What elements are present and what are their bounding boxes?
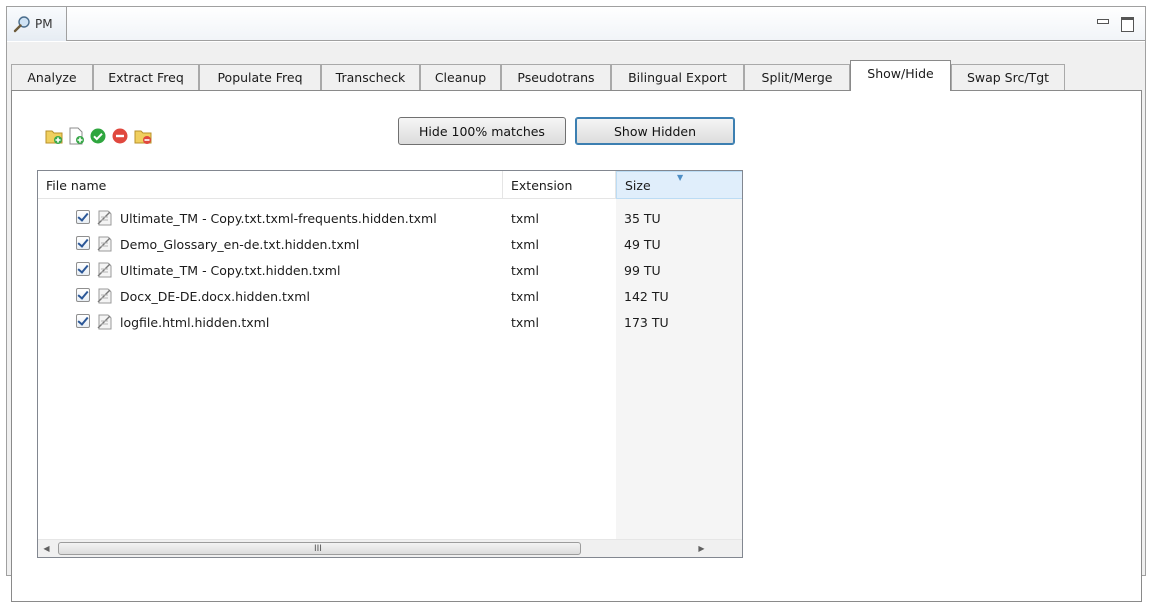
tab-split-merge[interactable]: Split/Merge [744, 64, 850, 90]
tab-bilingual-export[interactable]: Bilingual Export [611, 64, 744, 90]
tab-show-hide[interactable]: Show/Hide [850, 60, 951, 91]
remove-folder-icon[interactable] [134, 127, 152, 145]
cell-size: 173 TU [624, 314, 669, 330]
column-header-size[interactable]: Size ▼ [616, 171, 742, 199]
add-file-icon[interactable] [67, 127, 85, 145]
cell-extension: txml [511, 210, 539, 226]
tab-populate-freq[interactable]: Populate Freq [199, 64, 321, 90]
cell-extension: txml [511, 288, 539, 304]
horizontal-scrollbar[interactable]: ◀ III ▶ [38, 539, 742, 557]
cell-file-name: Demo_Glossary_en-de.txt.hidden.txml [120, 236, 360, 252]
view-content: Analyze Extract Freq Populate Freq Trans… [7, 42, 1145, 602]
tab-label: Swap Src/Tgt [966, 70, 1050, 85]
tab-label: Split/Merge [761, 70, 833, 85]
show-hide-panel: Hide 100% matches Show Hidden File name … [11, 90, 1142, 602]
column-header-file-name[interactable]: File name [38, 171, 503, 199]
row-checkbox[interactable] [76, 236, 90, 250]
hidden-file-icon [97, 262, 112, 278]
maximize-button[interactable] [1121, 17, 1134, 32]
view-tab-pm[interactable]: PM [7, 7, 67, 41]
cell-file-name: logfile.html.hidden.txml [120, 314, 270, 330]
pm-view: PM Analyze Extract Freq Populate Freq Tr… [6, 6, 1146, 602]
minimize-button[interactable] [1096, 17, 1109, 29]
tab-pseudotrans[interactable]: Pseudotrans [501, 64, 611, 90]
tab-label: Cleanup [434, 70, 487, 85]
tab-transcheck[interactable]: Transcheck [321, 64, 420, 90]
column-header-extension[interactable]: Extension [503, 171, 616, 199]
cell-extension: txml [511, 262, 539, 278]
search-icon [13, 16, 30, 33]
cell-extension: txml [511, 236, 539, 252]
hidden-file-icon [97, 210, 112, 226]
cell-size: 142 TU [624, 288, 669, 304]
tab-label: Transcheck [335, 70, 406, 85]
header-label: Extension [511, 177, 573, 193]
tab-extract-freq[interactable]: Extract Freq [93, 64, 199, 90]
tab-swap-src-tgt[interactable]: Swap Src/Tgt [951, 64, 1065, 90]
table-header: File name Extension Size ▼ [38, 171, 742, 199]
thumb-grip: III [314, 544, 322, 554]
tab-strip: Analyze Extract Freq Populate Freq Trans… [11, 60, 1152, 91]
tab-label: Populate Freq [217, 70, 303, 85]
scroll-thumb[interactable]: III [58, 542, 581, 555]
table-row[interactable]: Docx_DE-DE.docx.hidden.txml txml 142 TU [38, 283, 742, 309]
tab-label: Show/Hide [867, 66, 934, 81]
cell-size: 99 TU [624, 262, 661, 278]
table-row[interactable]: Demo_Glossary_en-de.txt.hidden.txml txml… [38, 231, 742, 257]
tab-label: Extract Freq [108, 70, 184, 85]
cell-file-name: Ultimate_TM - Copy.txt.hidden.txml [120, 262, 341, 278]
hidden-file-icon [97, 236, 112, 252]
tab-cleanup[interactable]: Cleanup [420, 64, 501, 90]
row-checkbox[interactable] [76, 288, 90, 302]
table-row[interactable]: logfile.html.hidden.txml txml 173 TU [38, 309, 742, 335]
file-table: File name Extension Size ▼ Ultimate_TM -… [37, 170, 743, 558]
header-label: File name [46, 177, 107, 193]
remove-icon[interactable] [111, 127, 129, 145]
hidden-file-icon [97, 314, 112, 330]
show-hidden-button[interactable]: Show Hidden [575, 117, 735, 145]
view-tabbar: PM [7, 7, 1145, 41]
row-checkbox[interactable] [76, 262, 90, 276]
cell-size: 35 TU [624, 210, 661, 226]
tab-analyze[interactable]: Analyze [11, 64, 93, 90]
cell-extension: txml [511, 314, 539, 330]
cell-file-name: Docx_DE-DE.docx.hidden.txml [120, 288, 310, 304]
table-row[interactable]: Ultimate_TM - Copy.txt.txml-frequents.hi… [38, 205, 742, 231]
sort-descending-icon: ▼ [677, 173, 684, 182]
check-icon[interactable] [89, 127, 107, 145]
scroll-right-icon[interactable]: ▶ [693, 540, 710, 557]
hidden-file-icon [97, 288, 112, 304]
row-checkbox[interactable] [76, 314, 90, 328]
scroll-left-icon[interactable]: ◀ [38, 540, 55, 557]
table-row[interactable]: Ultimate_TM - Copy.txt.hidden.txml txml … [38, 257, 742, 283]
view-title: PM [35, 17, 53, 31]
tab-label: Bilingual Export [628, 70, 727, 85]
cell-size: 49 TU [624, 236, 661, 252]
tab-label: Analyze [27, 70, 77, 85]
tab-label: Pseudotrans [517, 70, 595, 85]
hide-100-matches-button[interactable]: Hide 100% matches [398, 117, 566, 145]
row-checkbox[interactable] [76, 210, 90, 224]
add-folder-icon[interactable] [45, 127, 63, 145]
header-label: Size [625, 177, 651, 193]
cell-file-name: Ultimate_TM - Copy.txt.txml-frequents.hi… [120, 210, 437, 226]
